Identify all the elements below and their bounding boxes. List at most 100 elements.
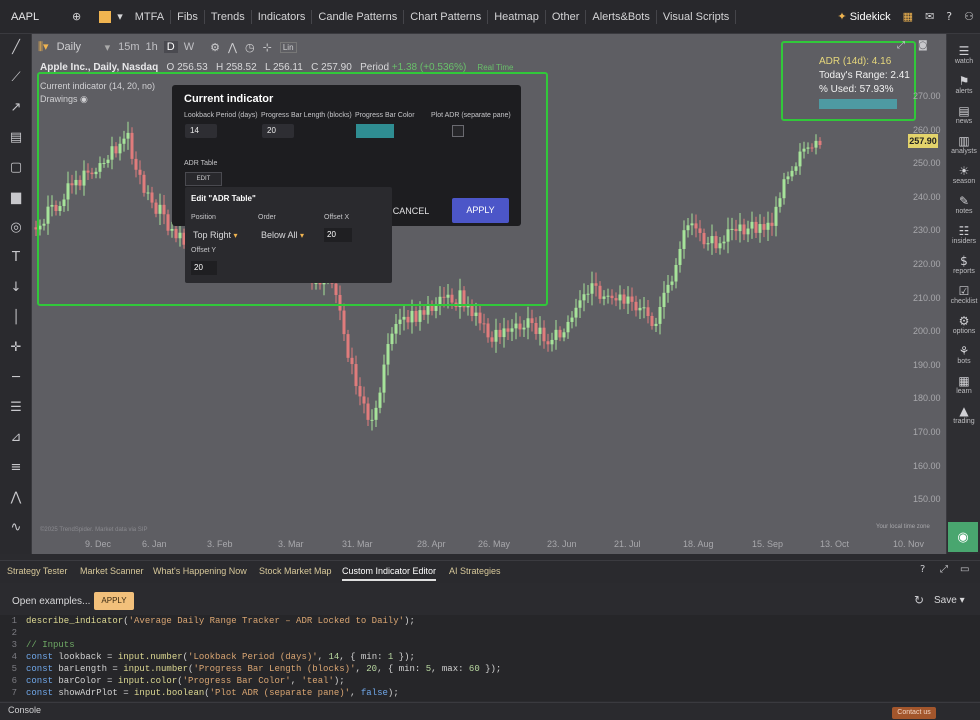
horizontal-line-icon[interactable]: ─ [8, 370, 24, 386]
help-icon[interactable]: ? [920, 564, 925, 575]
interval-select[interactable]: Daily [57, 41, 97, 53]
barlen-input[interactable]: 20 [262, 124, 294, 138]
open-examples-link[interactable]: Open examples... [12, 596, 90, 607]
sidebar-item-trading[interactable]: ▲ trading [947, 404, 980, 425]
timeframe-15m[interactable]: 15m [118, 41, 139, 53]
rectangle-icon[interactable]: ▢ [8, 160, 24, 176]
console-tab[interactable]: Console [8, 705, 41, 715]
menu-item-alerts-bots[interactable]: Alerts&Bots [586, 9, 657, 24]
help-icon[interactable]: ? [940, 10, 958, 24]
sidebar-item-season[interactable]: ☀ season [947, 164, 980, 185]
menu-item-other[interactable]: Other [546, 9, 587, 24]
user-icon[interactable]: ⚇ [958, 10, 980, 24]
sidebar-item-watch[interactable]: ☰ watch [947, 44, 980, 65]
menu-item-indicators[interactable]: Indicators [252, 9, 313, 24]
sidebar-item-analysts[interactable]: ▥ analysts [947, 134, 980, 155]
compare-icon[interactable]: ⊕ [66, 10, 87, 24]
text-icon[interactable]: T [8, 250, 24, 266]
tab-what-s-happening-now[interactable]: What's Happening Now [153, 566, 247, 576]
arrow-icon[interactable]: ↗ [8, 100, 24, 116]
pattern-icon[interactable]: ⋀ [8, 490, 24, 506]
menu-item-heatmap[interactable]: Heatmap [488, 9, 546, 24]
candle-body [594, 283, 598, 286]
timeframe-d[interactable]: D [163, 41, 178, 53]
circle-icon[interactable]: ◎ [8, 220, 24, 236]
cancel-button[interactable]: CANCEL [386, 200, 436, 222]
ray-icon[interactable]: ⟋ [8, 70, 24, 86]
tab-strategy-tester[interactable]: Strategy Tester [7, 566, 67, 576]
sidebar-item-news[interactable]: ▤ news [947, 104, 980, 125]
plot-adr-checkbox[interactable] [452, 125, 464, 137]
trendline-icon[interactable]: ╱ [8, 40, 24, 56]
menu-item-fibs[interactable]: Fibs [171, 9, 205, 24]
mtfa-button[interactable]: MTFA [129, 9, 172, 24]
editor-apply-button[interactable]: APPLY [94, 592, 134, 610]
app-window: AAPL ⊕ ▾ MTFA Fibs Trends Indicators Candle… [0, 0, 980, 720]
apply-button[interactable]: APPLY [452, 198, 509, 223]
menu-item-visual-scripts[interactable]: Visual Scripts [657, 9, 737, 24]
visibility-icon[interactable]: ◉ [948, 522, 978, 552]
notifications-icon[interactable]: ✉ [919, 10, 940, 24]
todays-range: Today's Range: 2.41 [819, 70, 910, 81]
crosshair-icon[interactable]: ⊹ [263, 41, 272, 54]
tab-stock-market-map[interactable]: Stock Market Map [259, 566, 332, 576]
lin-toggle[interactable]: Lin [279, 41, 297, 53]
bar-style-icon[interactable]: ⫼▾ [38, 40, 49, 54]
note-icon[interactable]: ▆ [8, 190, 24, 206]
channel-icon[interactable]: ▤ [8, 130, 24, 146]
clock-icon[interactable]: ◷ [245, 41, 255, 54]
crosshair-icon[interactable]: ✛ [8, 340, 24, 356]
camera-icon[interactable]: ◙ [918, 40, 928, 51]
gann-icon[interactable]: ⊿ [8, 430, 24, 446]
date-tick-label: 23. Jun [547, 539, 577, 549]
timeframe-w[interactable]: W [184, 41, 194, 53]
sidebar-item-insiders[interactable]: ☷ insiders [947, 224, 980, 245]
vertical-line-icon[interactable]: │ [8, 310, 24, 326]
wave-icon[interactable]: ∿ [8, 520, 24, 536]
sidekick-button[interactable]: ✦ Sidekick [831, 10, 896, 24]
sidebar-item-learn[interactable]: ▦ learn [947, 374, 980, 395]
grid-icon[interactable]: ▦ [897, 10, 919, 24]
sidebar-item-options[interactable]: ⚙ options [947, 314, 980, 335]
menu-item-chart-patterns[interactable]: Chart Patterns [404, 9, 489, 24]
offset-x-input[interactable]: 20 [324, 228, 352, 242]
offset-y-input[interactable]: 20 [191, 261, 217, 275]
history-icon[interactable]: ↻ [914, 593, 924, 607]
sidebar-item-reports[interactable]: $ reports [947, 254, 980, 275]
parallel-icon[interactable]: ≡ [8, 460, 24, 476]
edit-table-button[interactable]: EDIT [185, 172, 222, 186]
fib-icon[interactable]: ☰ [8, 400, 24, 416]
position-select[interactable]: Top Right ▾ [193, 230, 238, 240]
candle-body [802, 148, 806, 152]
candle-body [558, 329, 562, 338]
settings-icon[interactable]: ⚙ [210, 41, 220, 54]
contact-button[interactable]: Contact us [892, 707, 936, 719]
sidebar-item-checklist[interactable]: ☑ checklist [947, 284, 980, 305]
menu-item-candle-patterns[interactable]: Candle Patterns [312, 9, 405, 24]
timeframe-1h[interactable]: 1h [146, 41, 158, 53]
sidebar-item-bots[interactable]: ⚘ bots [947, 344, 980, 365]
color-swatch[interactable]: ▾ [87, 10, 129, 24]
code-token: }); [393, 652, 415, 662]
maximize-icon[interactable]: ⤢ [940, 564, 948, 575]
tab-ai-strategies[interactable]: AI Strategies [449, 566, 501, 576]
minimize-icon[interactable]: ▭ [960, 564, 969, 575]
lookback-input[interactable]: 14 [185, 124, 217, 138]
price-tick-label: 270.00 [913, 91, 941, 101]
sidebar-item-notes[interactable]: ✎ notes [947, 194, 980, 215]
menu-item-trends[interactable]: Trends [205, 9, 252, 24]
indicator-icon[interactable]: ⋀ [228, 41, 237, 54]
timezone-label[interactable]: Your local time zone [876, 524, 930, 530]
tab-custom-indicator-editor[interactable]: Custom Indicator Editor [342, 566, 437, 581]
candle-body [382, 364, 386, 393]
down-arrow-icon[interactable]: ↓ [8, 280, 24, 296]
code-editor[interactable]: 1 describe_indicator('Average Daily Range… [0, 615, 980, 701]
expand-icon[interactable]: ⤢ [897, 40, 905, 51]
tab-market-scanner[interactable]: Market Scanner [80, 566, 144, 576]
symbol-input[interactable]: AAPL [6, 5, 66, 29]
bar-color-picker[interactable] [356, 124, 394, 138]
save-button[interactable]: Save ▾ [934, 595, 965, 606]
order-select[interactable]: Below All ▾ [261, 230, 304, 240]
code-token: const [26, 664, 59, 674]
sidebar-item-alerts[interactable]: ⚑ alerts [947, 74, 980, 95]
